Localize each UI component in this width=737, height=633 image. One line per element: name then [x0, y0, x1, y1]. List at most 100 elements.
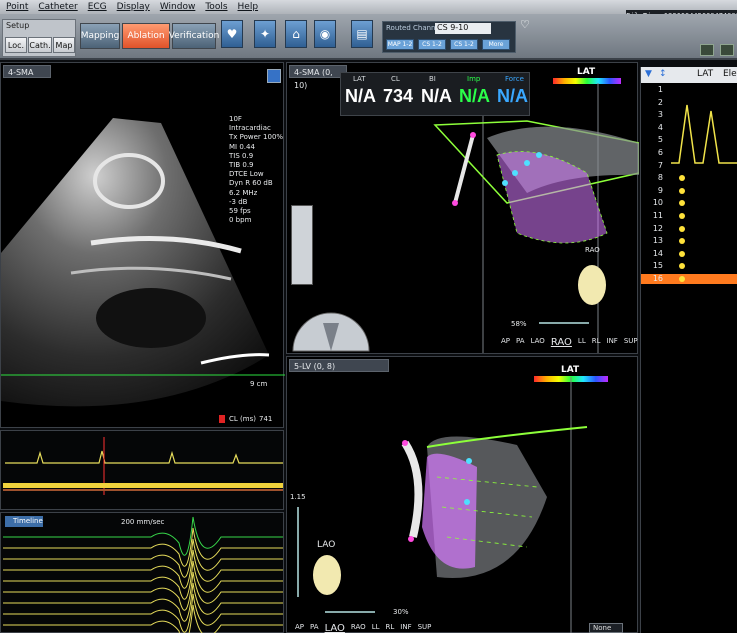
filter-icon[interactable]: ▼	[645, 69, 652, 79]
point-row[interactable]: 6	[641, 148, 737, 158]
readout-value: 734	[383, 86, 414, 106]
verification-mode-button[interactable]: Verification	[169, 23, 219, 49]
map2-view-inf[interactable]: INF	[400, 623, 411, 633]
point-row[interactable]: 11	[641, 211, 737, 221]
sort-icon[interactable]: ↕	[659, 69, 667, 79]
menu-item-point[interactable]: Point	[6, 2, 28, 12]
grid-icon[interactable]	[720, 44, 734, 56]
map1-view-ap[interactable]: AP	[501, 337, 510, 348]
routed-sub-button-2[interactable]: CS 1-2	[418, 39, 446, 50]
map2-view-sup[interactable]: SUP	[418, 623, 432, 633]
map2-zoom: 30%	[393, 608, 409, 616]
menu-item-tools[interactable]: Tools	[205, 2, 227, 12]
readout-header: Force	[505, 75, 524, 83]
map1-view-ll[interactable]: LL	[578, 337, 586, 348]
point-row-number: 16	[652, 274, 663, 283]
ecg-channel-trace	[3, 516, 283, 556]
point-row-number: 9	[657, 185, 663, 195]
point-row-number: 11	[652, 211, 663, 220]
point-row[interactable]: 1	[641, 85, 737, 95]
setup-cath-button[interactable]: Cath.	[28, 37, 52, 53]
point-row-number: 4	[657, 122, 663, 132]
menu-item-display[interactable]: Display	[117, 2, 150, 12]
point-row[interactable]: 10	[641, 198, 737, 208]
heart-map-icon[interactable]: ♥	[221, 20, 243, 48]
map1-zoom-slider[interactable]	[539, 322, 589, 324]
map1-zoom: 58%	[511, 320, 527, 328]
catheter-orientation-icon[interactable]	[291, 303, 371, 353]
routed-sub-button-4[interactable]: More	[482, 39, 510, 50]
point-row[interactable]: 3	[641, 110, 737, 120]
us-param: 59 fps	[229, 207, 251, 215]
routed-channel-panel: Routed Channel: CS 9-10 MAP 1-2 CS 1-2 C…	[382, 21, 516, 53]
camera-icon[interactable]: ◉	[314, 20, 336, 48]
header-lat: LAT	[697, 69, 714, 79]
readout-header: LAT	[353, 75, 366, 83]
readout-header: CL	[391, 75, 400, 83]
point-row[interactable]: 7	[641, 161, 737, 171]
us-param: Dyn R 60 dB	[229, 179, 273, 188]
menu-item-window[interactable]: Window	[160, 2, 196, 12]
map2-dropdown[interactable]: None	[589, 623, 623, 633]
point-row[interactable]: 14	[641, 249, 737, 259]
point-row[interactable]: 9	[641, 186, 737, 196]
readout-header: Imp	[467, 75, 481, 83]
map2-view-rao[interactable]: RAO	[351, 623, 366, 633]
point-row-number: 13	[652, 236, 663, 246]
mapping-mode-button[interactable]: Mapping	[80, 23, 120, 49]
setup-group: Setup Loc. Cath. Map	[2, 19, 76, 57]
compass-icon[interactable]: ✦	[254, 20, 276, 48]
header-extra: Ele	[723, 69, 737, 79]
map1-view-inf[interactable]: INF	[607, 337, 618, 348]
map1-tool-strip[interactable]	[291, 205, 313, 285]
readout-value: N/A	[421, 86, 452, 106]
map2-zoom-slider[interactable]	[325, 611, 375, 613]
point-row[interactable]: 2	[641, 98, 737, 108]
point-list-header: ▼ ↕ LAT Ele	[641, 67, 737, 83]
ecg-channel-trace	[3, 604, 283, 633]
point-row[interactable]: 12	[641, 224, 737, 234]
monitor-icon[interactable]	[700, 44, 714, 56]
point-row-number: 1	[657, 85, 663, 94]
map2-view-rl[interactable]: RL	[386, 623, 395, 633]
report-icon[interactable]: ▤	[351, 20, 373, 48]
setup-map-button[interactable]: Map	[53, 37, 75, 53]
map1-view-sup[interactable]: SUP	[624, 337, 638, 348]
map2-scale-value: 1.15	[290, 493, 306, 501]
point-row[interactable]: 5	[641, 135, 737, 145]
heart-status-icon: ♡	[520, 18, 530, 31]
point-status-icon	[679, 238, 685, 245]
routed-sub-button-3[interactable]: CS 1-2	[450, 39, 478, 50]
menu-item-catheter[interactable]: Catheter	[38, 2, 77, 12]
map2-view-ap[interactable]: AP	[295, 623, 304, 633]
ultrasound-image	[1, 118, 285, 407]
menu-item-help[interactable]: Help	[238, 2, 259, 12]
map2-view-lao[interactable]: LAO	[325, 623, 345, 633]
point-row[interactable]: 13	[641, 236, 737, 246]
us-param: TIB 0.9	[229, 161, 254, 169]
setup-loc-button[interactable]: Loc.	[5, 37, 27, 53]
map1-view-buttons: AP PA LAO RAO LL RL INF SUP	[501, 337, 638, 348]
map2-view-ll[interactable]: LL	[372, 623, 380, 633]
point-row[interactable]: 8	[641, 173, 737, 183]
map1-view-rao[interactable]: RAO	[551, 337, 572, 348]
routed-channel-select[interactable]: CS 9-10	[435, 23, 491, 34]
point-row[interactable]: 15	[641, 261, 737, 271]
menu-item-ecg[interactable]: ECG	[88, 2, 107, 12]
ecg-channel-trace	[3, 560, 283, 600]
point-row-number: 15	[652, 261, 663, 271]
depth-label: 9 cm	[250, 380, 268, 388]
point-row[interactable]: 16	[641, 274, 737, 284]
point-row[interactable]: 4	[641, 123, 737, 133]
ablation-mode-button[interactable]: Ablation	[122, 23, 170, 49]
map2-view-pa[interactable]: PA	[310, 623, 319, 633]
routed-sub-button-1[interactable]: MAP 1-2	[386, 39, 414, 50]
map1-view-lao[interactable]: LAO	[531, 337, 545, 348]
point-status-icon	[679, 225, 685, 232]
us-param: 0 bpm	[229, 216, 252, 225]
map1-view-rl[interactable]: RL	[592, 337, 601, 348]
us-param: 6.2 MHz	[229, 188, 258, 197]
dome-view-icon[interactable]: ⌂	[285, 20, 307, 48]
map1-view-pa[interactable]: PA	[516, 337, 525, 348]
map1-orientation: RAO	[585, 246, 600, 254]
